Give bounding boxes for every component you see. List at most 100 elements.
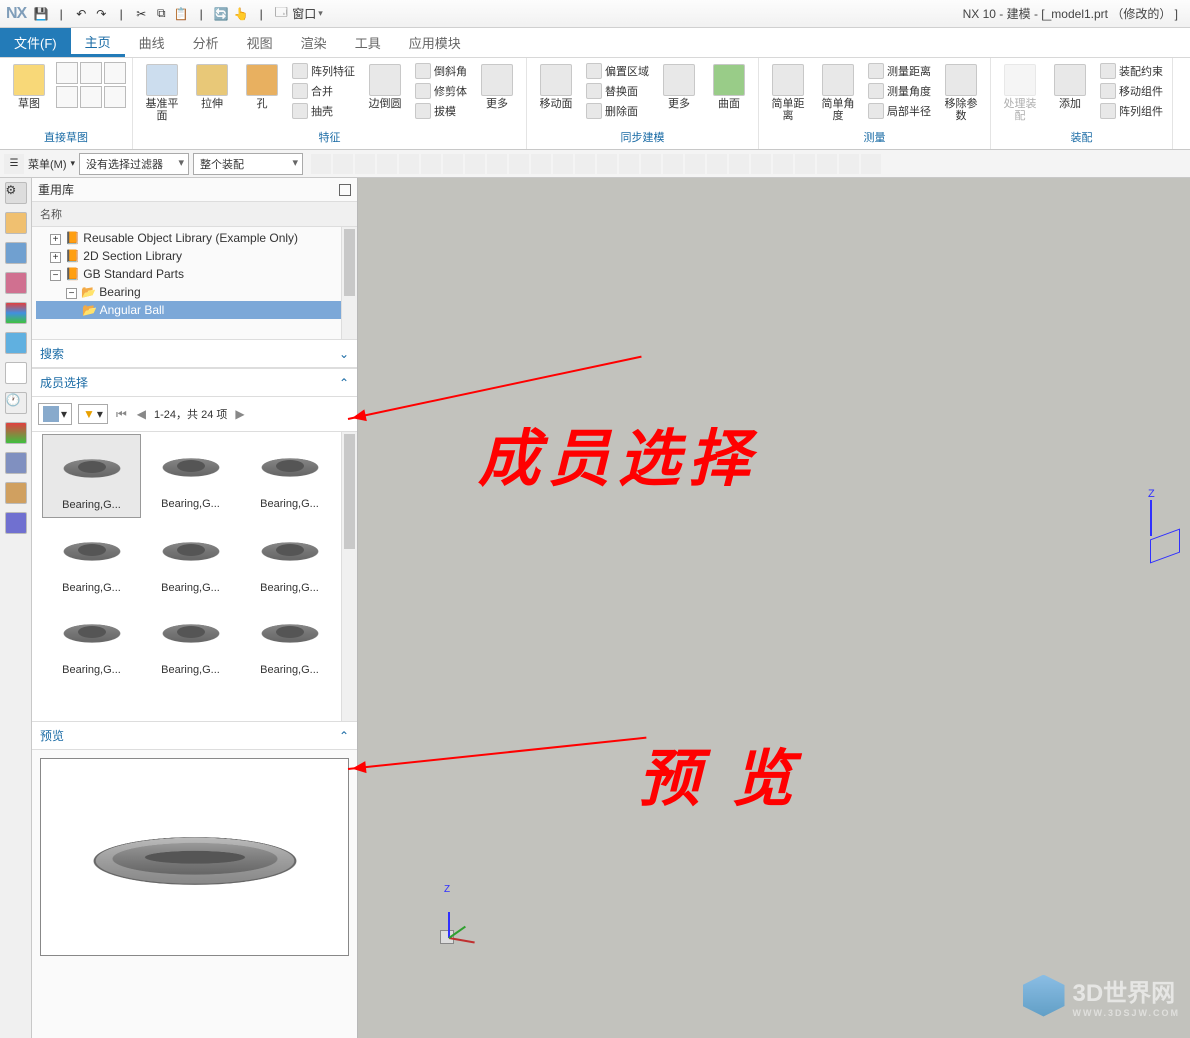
window-menu[interactable]: 窗口 [292, 5, 316, 22]
sel-tool-icon[interactable] [487, 154, 507, 174]
measure-dist[interactable]: 测量距离 [865, 62, 934, 80]
sel-tool-icon[interactable] [839, 154, 859, 174]
filter-button[interactable]: ▼▾ [78, 404, 108, 424]
file-menu[interactable]: 文件(F) [0, 28, 71, 57]
sel-tool-icon[interactable] [399, 154, 419, 174]
view-mode[interactable]: ▾ [38, 403, 72, 425]
sketch-button[interactable]: 草图 [6, 62, 52, 112]
tab-render[interactable]: 渲染 [287, 28, 341, 57]
sketch-tools[interactable] [56, 62, 126, 108]
member-item[interactable]: Bearing,G... [240, 434, 339, 518]
sel-tool-icon[interactable] [421, 154, 441, 174]
sel-tool-icon[interactable] [597, 154, 617, 174]
tab-app[interactable]: 应用模块 [395, 28, 475, 57]
pattern-feature[interactable]: 阵列特征 [289, 62, 358, 80]
tree-item[interactable]: +📙 2D Section Library [36, 247, 353, 265]
library-tree[interactable]: +📙 Reusable Object Library (Example Only… [32, 227, 357, 339]
offset-region[interactable]: 偏置区域 [583, 62, 652, 80]
hole[interactable]: 孔 [239, 62, 285, 112]
scrollbar[interactable] [341, 432, 357, 721]
tree-item[interactable]: −📂 Bearing [36, 283, 353, 301]
remove-param[interactable]: 移除参数 [938, 62, 984, 124]
datum-plane[interactable]: 基准平面 [139, 62, 185, 124]
window-icon[interactable]: 🗔 [272, 5, 290, 23]
add-component[interactable]: 添加 [1047, 62, 1093, 112]
first-page[interactable]: ⏮ [114, 407, 129, 422]
sel-tool-icon[interactable] [465, 154, 485, 174]
sel-tool-icon[interactable] [707, 154, 727, 174]
simple-angle[interactable]: 简单角度 [815, 62, 861, 124]
sel-tool-icon[interactable] [311, 154, 331, 174]
measure-angle[interactable]: 测量角度 [865, 82, 934, 100]
sel-tool-icon[interactable] [333, 154, 353, 174]
scope-dropdown[interactable]: 整个装配 [193, 153, 303, 175]
tab-home[interactable]: 主页 [71, 28, 125, 57]
next-page[interactable]: ▶ [233, 407, 246, 421]
sel-tool-icon[interactable] [641, 154, 661, 174]
cut-icon[interactable]: ✂ [132, 5, 150, 23]
member-item[interactable]: Bearing,G... [42, 434, 141, 518]
copy-icon[interactable]: ⧉ [152, 5, 170, 23]
sel-tool-icon[interactable] [443, 154, 463, 174]
prev-page[interactable]: ◀ [135, 407, 148, 421]
filter-dropdown[interactable]: 没有选择过滤器 [79, 153, 189, 175]
local-radius[interactable]: 局部半径 [865, 102, 934, 120]
member-item[interactable]: Bearing,G... [42, 518, 141, 600]
sel-tool-icon[interactable] [729, 154, 749, 174]
sel-tool-icon[interactable] [509, 154, 529, 174]
sel-tool-icon[interactable] [619, 154, 639, 174]
assy-constraint[interactable]: 装配约束 [1097, 62, 1166, 80]
shell[interactable]: 抽壳 [289, 102, 358, 120]
tab-view[interactable]: 视图 [233, 28, 287, 57]
nav-icon[interactable] [5, 332, 27, 354]
nav-icon[interactable] [5, 272, 27, 294]
pattern-comp[interactable]: 阵列组件 [1097, 102, 1166, 120]
sel-tool-icon[interactable] [377, 154, 397, 174]
preview-section[interactable]: 预览⌃ [32, 721, 357, 750]
tab-tools[interactable]: 工具 [341, 28, 395, 57]
more-feature[interactable]: 更多 [474, 62, 520, 112]
sel-tool-icon[interactable] [663, 154, 683, 174]
sel-tool-icon[interactable] [773, 154, 793, 174]
maximize-icon[interactable] [339, 184, 351, 196]
sel-tool-icon[interactable] [751, 154, 771, 174]
paste-icon[interactable]: 📋 [172, 5, 190, 23]
member-item[interactable]: Bearing,G... [42, 600, 141, 682]
settings-icon[interactable]: ⚙ [5, 182, 27, 204]
tree-item[interactable]: −📙 GB Standard Parts [36, 265, 353, 283]
search-section[interactable]: 搜索⌄ [32, 339, 357, 368]
save-icon[interactable]: 💾 [32, 5, 50, 23]
sel-tool-icon[interactable] [575, 154, 595, 174]
trim-body[interactable]: 修剪体 [412, 82, 470, 100]
nav-icon[interactable] [5, 212, 27, 234]
scrollbar[interactable] [341, 227, 357, 339]
edge-blend[interactable]: 边倒圆 [362, 62, 408, 112]
menu-label[interactable]: 菜单(M) [28, 156, 67, 172]
sel-tool-icon[interactable] [355, 154, 375, 174]
tab-analysis[interactable]: 分析 [179, 28, 233, 57]
replace-face[interactable]: 替换面 [583, 82, 652, 100]
chamfer[interactable]: 倒斜角 [412, 62, 470, 80]
extrude[interactable]: 拉伸 [189, 62, 235, 112]
sel-tool-icon[interactable] [795, 154, 815, 174]
unite[interactable]: 合并 [289, 82, 358, 100]
refresh-icon[interactable]: 🔄 [212, 5, 230, 23]
draft[interactable]: 拔模 [412, 102, 470, 120]
surface[interactable]: 曲面 [706, 62, 752, 112]
delete-face[interactable]: 删除面 [583, 102, 652, 120]
history-icon[interactable]: 🕐 [5, 392, 27, 414]
member-item[interactable]: Bearing,G... [240, 518, 339, 600]
redo-icon[interactable]: ↷ [92, 5, 110, 23]
sel-tool-icon[interactable] [531, 154, 551, 174]
nav-icon[interactable] [5, 422, 27, 444]
nav-icon[interactable] [5, 512, 27, 534]
move-comp[interactable]: 移动组件 [1097, 82, 1166, 100]
touch-icon[interactable]: 👆 [232, 5, 250, 23]
member-item[interactable]: Bearing,G... [141, 600, 240, 682]
member-section[interactable]: 成员选择⌃ [32, 368, 357, 397]
menu-icon[interactable]: ☰ [4, 154, 24, 174]
simple-dist[interactable]: 简单距离 [765, 62, 811, 124]
member-item[interactable]: Bearing,G... [240, 600, 339, 682]
nav-icon[interactable] [5, 452, 27, 474]
undo-icon[interactable]: ↶ [72, 5, 90, 23]
